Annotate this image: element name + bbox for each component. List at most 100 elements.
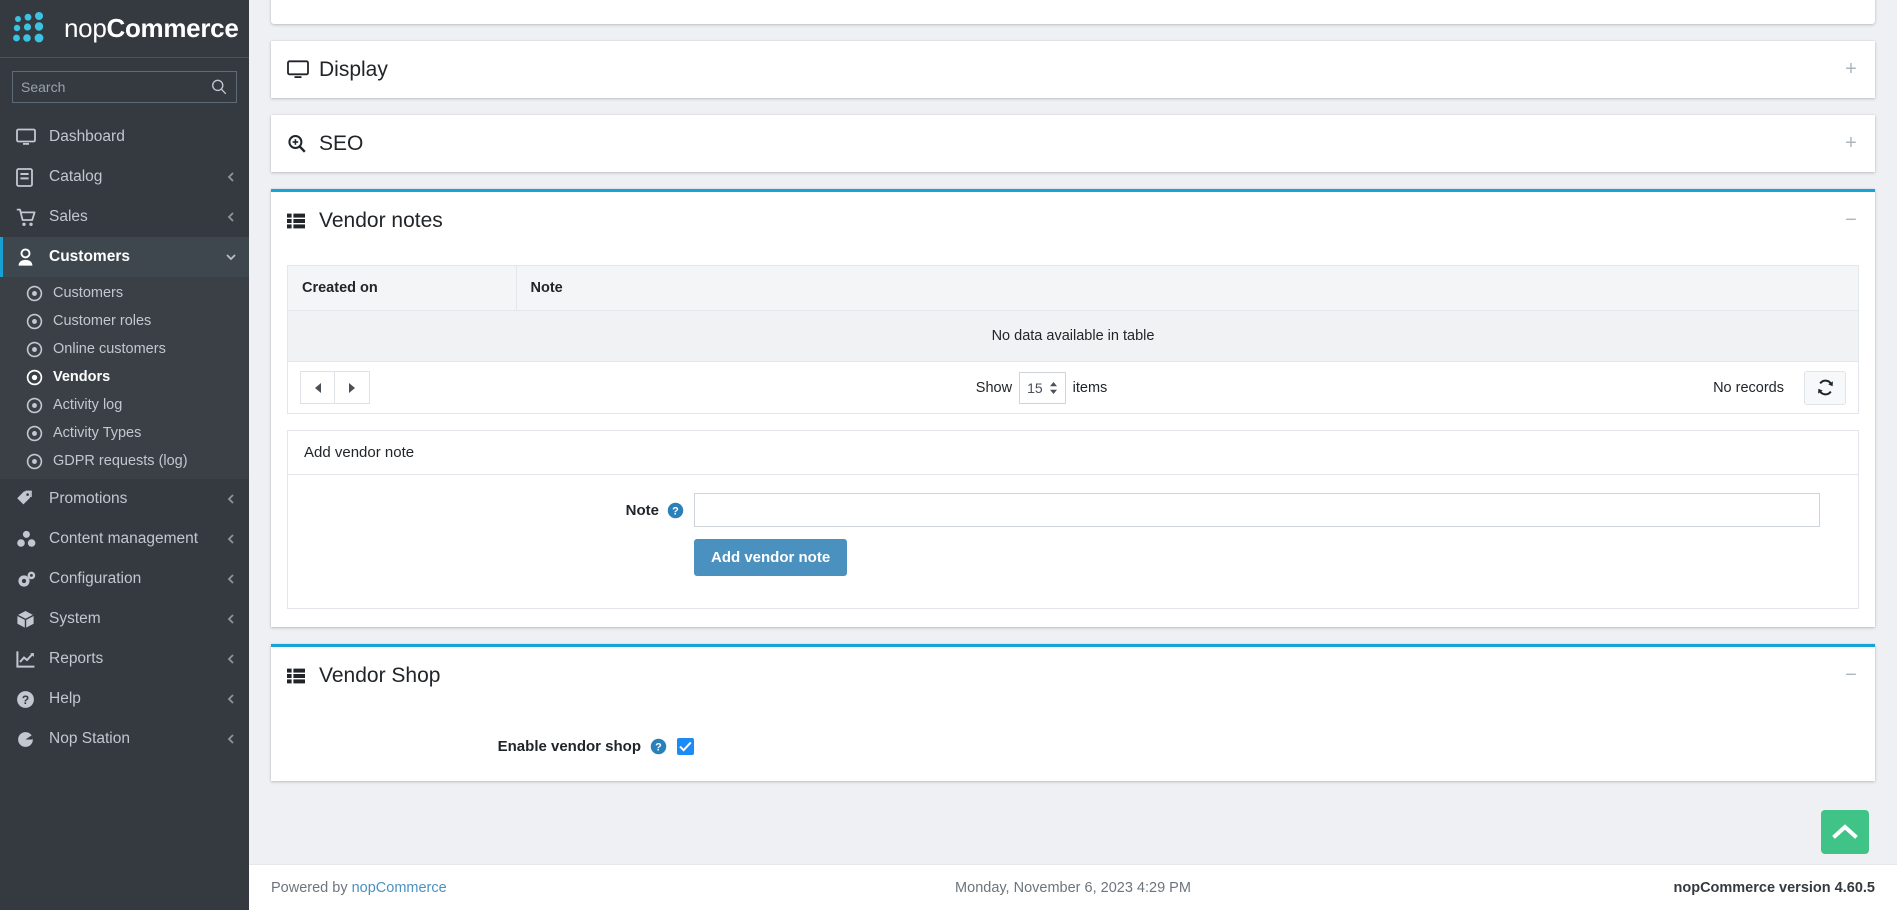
sidebar-item-label: Reports	[49, 650, 104, 667]
help-circle-icon[interactable]: ?	[650, 738, 667, 755]
configuration-gears-icon	[16, 569, 38, 589]
sidebar-item-label: Nop Station	[49, 730, 130, 747]
help-circle-icon[interactable]: ?	[667, 502, 684, 519]
panel-seo[interactable]: SEO +	[271, 115, 1875, 172]
chevron-left-icon	[227, 172, 234, 182]
chevron-left-icon	[227, 534, 234, 544]
enable-vendor-shop-checkbox[interactable]	[677, 738, 694, 755]
sidebar-item-customers[interactable]: Customers	[0, 237, 249, 277]
sidebar-item-reports[interactable]: Reports	[0, 639, 249, 679]
admin-page: nopCommerce Dashboard	[0, 0, 1897, 910]
refresh-button[interactable]	[1804, 370, 1846, 405]
sidebar-item-gdpr-requests[interactable]: GDPR requests (log)	[0, 447, 249, 475]
note-input[interactable]	[694, 493, 1820, 527]
sidebar-item-promotions[interactable]: Promotions	[0, 479, 249, 519]
circle-dot-icon	[26, 425, 43, 441]
panel-display[interactable]: Display +	[271, 41, 1875, 98]
sidebar-item-activity-log[interactable]: Activity log	[0, 391, 249, 419]
note-field-wrapper: Add vendor note	[694, 493, 1842, 576]
sidebar-item-label: Promotions	[49, 490, 128, 507]
table-head: Created on Note	[288, 266, 1858, 311]
panel-title: Vendor Shop	[319, 663, 441, 687]
panel-display-toggle[interactable]: +	[1841, 59, 1861, 80]
page-size-select[interactable]: 15	[1019, 371, 1066, 404]
table-header-row: Created on Note	[288, 266, 1858, 311]
sidebar-subitem-label: Customer roles	[53, 313, 152, 329]
items-label: items	[1072, 379, 1108, 396]
sidebar-item-customer-roles[interactable]: Customer roles	[0, 307, 249, 335]
chevron-left-icon	[227, 212, 234, 222]
sidebar-item-dashboard[interactable]: Dashboard	[0, 117, 249, 157]
footer-powered-prefix: Powered by	[271, 879, 352, 896]
chevron-left-icon	[227, 694, 234, 704]
table-row: No data available in table	[288, 310, 1858, 362]
refresh-icon	[1817, 379, 1833, 396]
enable-vendor-shop-label: Enable vendor shop	[497, 738, 641, 755]
scroll-area: Display + SEO + Vendor notes − Created o…	[249, 0, 1897, 864]
panel-seo-toggle[interactable]: +	[1841, 133, 1861, 154]
sidebar-nav: Dashboard Catalog Sales Customers Custom…	[0, 115, 249, 910]
sidebar-item-configuration[interactable]: Configuration	[0, 559, 249, 599]
note-label-group: Note ?	[304, 493, 694, 527]
sidebar-item-catalog[interactable]: Catalog	[0, 157, 249, 197]
sidebar-item-nop-station[interactable]: Nop Station	[0, 719, 249, 759]
circle-dot-icon	[26, 369, 43, 385]
circle-dot-icon	[26, 397, 43, 413]
panel-vendor-notes: Vendor notes − Created on Note No data a…	[271, 189, 1875, 627]
page-size-control: Show 15 items	[370, 371, 1713, 404]
search-icon[interactable]	[210, 78, 228, 96]
sidebar-item-vendors[interactable]: Vendors	[0, 363, 249, 391]
grid-status: No records	[1713, 370, 1846, 405]
panel-vendor-shop-body: Enable vendor shop ?	[271, 704, 1875, 781]
panel-title: Vendor notes	[319, 208, 443, 232]
panel-title: SEO	[319, 131, 364, 155]
panel-seo-header[interactable]: SEO +	[271, 115, 1875, 172]
check-icon	[679, 741, 692, 752]
records-count-label: No records	[1713, 379, 1784, 396]
column-header-created-on[interactable]: Created on	[288, 266, 517, 311]
chevron-left-icon	[227, 614, 234, 624]
sidebar-subitem-label: Online customers	[53, 341, 166, 357]
next-page-button[interactable]	[335, 371, 370, 404]
chevron-left-icon	[227, 494, 234, 504]
circle-dot-icon	[26, 285, 43, 301]
sidebar-item-online-customers[interactable]: Online customers	[0, 335, 249, 363]
sidebar-item-content-management[interactable]: Content management	[0, 519, 249, 559]
chevron-left-icon	[227, 734, 234, 744]
chevron-up-icon	[1832, 824, 1858, 839]
sidebar-item-customers-list[interactable]: Customers	[0, 279, 249, 307]
add-vendor-note-button[interactable]: Add vendor note	[694, 539, 848, 576]
sidebar-item-sales[interactable]: Sales	[0, 197, 249, 237]
page-size-value: 15	[1027, 379, 1043, 396]
panel-vendor-notes-header[interactable]: Vendor notes −	[271, 192, 1875, 249]
sidebar-item-label: Configuration	[49, 570, 142, 587]
sidebar-item-activity-types[interactable]: Activity Types	[0, 419, 249, 447]
catalog-icon	[16, 167, 38, 187]
scroll-to-top-button[interactable]	[1821, 810, 1869, 854]
panel-vendor-shop-header[interactable]: Vendor Shop −	[271, 647, 1875, 704]
page-footer: Powered by nopCommerce Monday, November …	[249, 864, 1897, 910]
sidebar-item-system[interactable]: System	[0, 599, 249, 639]
sales-cart-icon	[16, 207, 38, 227]
panel-vendor-shop-toggle[interactable]: −	[1841, 665, 1861, 686]
search-input[interactable]	[21, 79, 210, 95]
search-container	[0, 58, 249, 115]
system-box-icon	[16, 609, 38, 629]
sidebar-item-help[interactable]: ? Help	[0, 679, 249, 719]
sidebar-subitem-label: Vendors	[53, 369, 111, 385]
brand-logo[interactable]: nopCommerce	[0, 0, 249, 58]
search-box[interactable]	[12, 71, 237, 103]
panel-display-header[interactable]: Display +	[271, 41, 1875, 98]
panel-vendor-notes-toggle[interactable]: −	[1841, 210, 1861, 231]
show-label: Show	[975, 379, 1013, 396]
display-monitor-icon	[287, 60, 309, 80]
previous-page-button[interactable]	[300, 371, 335, 404]
panel-vendor-shop: Vendor Shop − Enable vendor shop ?	[271, 644, 1875, 781]
sidebar-subitem-label: Activity log	[53, 397, 123, 413]
column-header-note[interactable]: Note	[516, 266, 1858, 311]
svg-text:?: ?	[22, 693, 29, 707]
panel-above-cut-off	[271, 0, 1875, 24]
panel-title: Display	[319, 57, 388, 81]
footer-nopcommerce-link[interactable]: nopCommerce	[352, 880, 447, 896]
add-vendor-note-body: Note ? Add vendor note	[288, 475, 1858, 608]
